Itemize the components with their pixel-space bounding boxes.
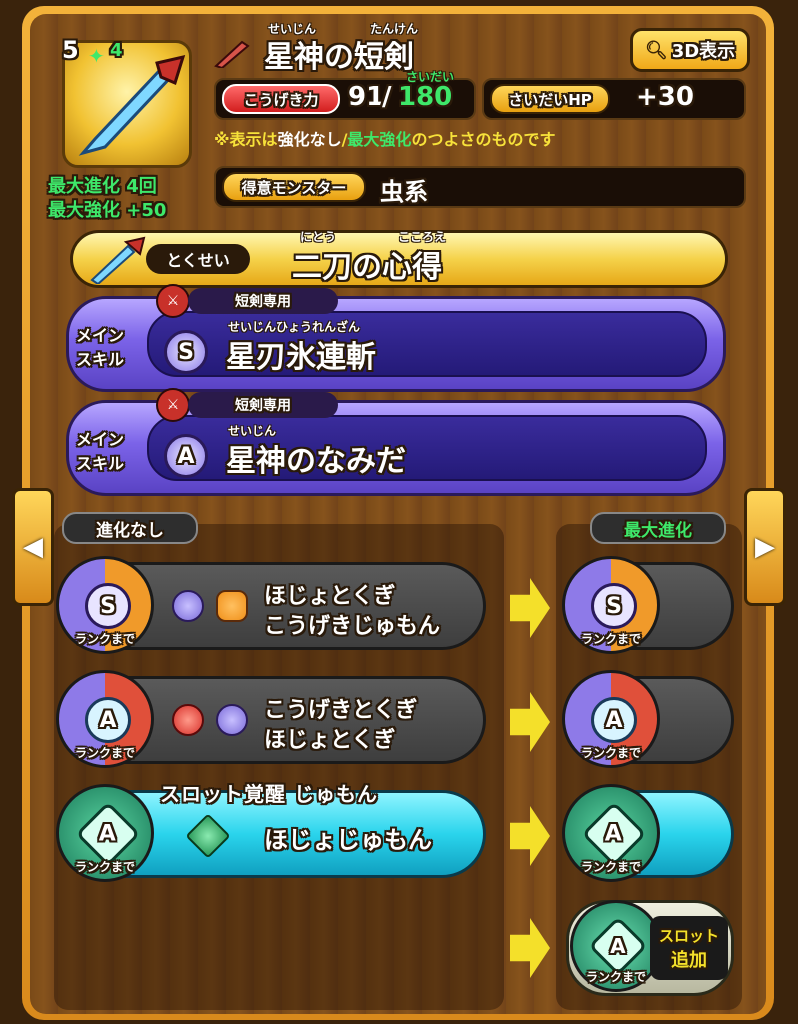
- attack-base: 91: [348, 82, 385, 112]
- plus-level: 4: [110, 40, 123, 61]
- skill-1-tag-icon: ⚔: [156, 284, 190, 318]
- prev-button[interactable]: ◀: [12, 488, 54, 606]
- skill-1-name: 星刃氷連斬: [226, 340, 376, 375]
- evo-row-1-medal: S ランクまで: [56, 556, 154, 654]
- skill-2-tag: 短剣専用: [188, 392, 338, 418]
- max-evolve-title: 最大進化: [590, 512, 726, 544]
- evo-row-2-line2: ほじょとくぎ: [264, 728, 396, 753]
- attack-sep: /: [382, 82, 392, 112]
- evo-row-1-line1: ほじょとくぎ: [264, 584, 396, 609]
- support-skill-dot: [172, 590, 204, 622]
- evo-row-1-line2: こうげきじゅもん: [264, 614, 441, 639]
- evo-row-1-right-medal: S ランクまで: [562, 556, 660, 654]
- skill-2-side-label-2: スキル: [76, 454, 125, 473]
- monster-label: 得意モンスター: [222, 172, 366, 202]
- slot-add-medal: A ランクまで: [570, 900, 662, 992]
- weapon-icon: [62, 40, 192, 168]
- slot-awaken-label: スロット覚醒 じゅもん: [160, 782, 378, 806]
- evo-row-3-right-medal: A ランクまで: [562, 784, 660, 882]
- evo-row-2-medal: A ランクまで: [56, 670, 154, 768]
- trait-name: 二刀の心得: [292, 250, 442, 285]
- attack-spell-dot: [216, 590, 248, 622]
- skill-1-tag: 短剣専用: [188, 288, 338, 314]
- trait-label: とくせい: [146, 244, 250, 274]
- skill-1-rank-badge: S: [164, 330, 208, 374]
- no-evolve-title: 進化なし: [62, 512, 198, 544]
- skill-1-side-label-2: スキル: [76, 350, 125, 369]
- stat-note: ※表示は強化なし/最大強化のつよさのものです: [214, 130, 556, 149]
- skill-2-tag-icon: ⚔: [156, 388, 190, 422]
- slot-add-badge: スロット 追加: [650, 916, 728, 980]
- attack-skill-dot: [172, 704, 204, 736]
- evo-row-2-right-medal: A ランクまで: [562, 670, 660, 768]
- max-enhance: 最大強化 +50: [48, 200, 167, 221]
- prev-arrow-icon: ◀: [23, 532, 43, 562]
- next-button[interactable]: ▶: [744, 488, 786, 606]
- next-arrow-icon: ▶: [755, 532, 775, 562]
- support-skill-dot-2: [216, 704, 248, 736]
- magnifier-icon: 🔍︎: [644, 39, 668, 61]
- evo-row-2-line1: こうげきとくぎ: [264, 698, 418, 723]
- attack-label: こうげき力: [222, 84, 340, 114]
- plus-icon: ✦: [88, 44, 105, 68]
- rarity-stars: 5: [62, 36, 79, 64]
- skill-1-side-label-1: メイン: [76, 326, 125, 345]
- dagger-icon: [214, 38, 250, 70]
- maxhp-value: +30: [636, 82, 694, 112]
- max-evolve: 最大進化 4回: [48, 176, 157, 197]
- view-3d-label: 3D表示: [671, 41, 736, 62]
- monster-value: 虫系: [380, 178, 428, 206]
- skill-2-side-label-1: メイン: [76, 430, 125, 449]
- evo-row-3-line1: ほじょじゅもん: [264, 826, 432, 854]
- skill-2-name: 星神のなみだ: [226, 444, 406, 479]
- attack-max: 180: [398, 82, 453, 112]
- skill-2-rank-badge: A: [164, 434, 208, 478]
- trait-weapon-icon: [86, 236, 146, 286]
- evo-row-3-medal: A ランクまで: [56, 784, 154, 882]
- view-3d-button[interactable]: 🔍︎ 3D表示: [630, 28, 750, 72]
- maxhp-label: さいだいHP: [490, 84, 610, 114]
- weapon-name: 星神の短剣: [264, 40, 414, 75]
